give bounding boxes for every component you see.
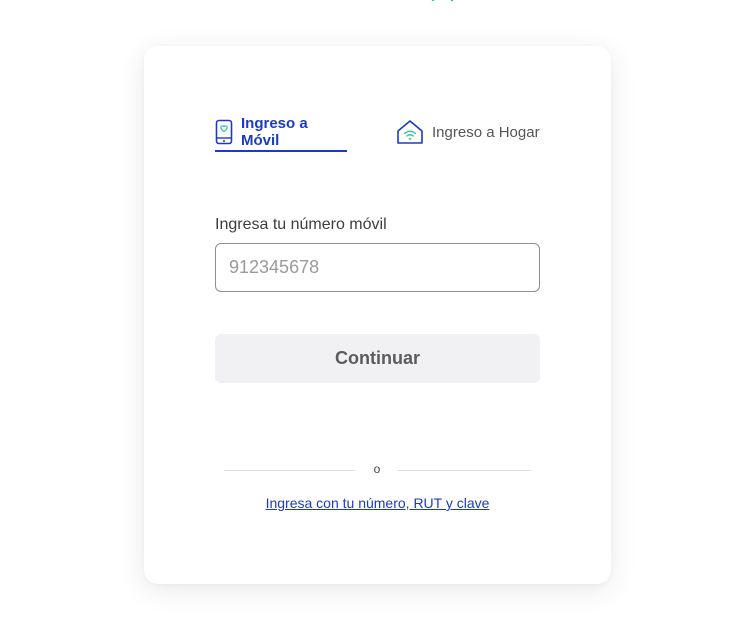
divider-text: o: [373, 462, 381, 476]
tab-mobile-login[interactable]: Ingreso a Móvil: [215, 114, 347, 152]
divider-line-left: [224, 470, 355, 471]
rut-login-link[interactable]: Ingresa con tu número, RUT y clave: [144, 495, 611, 511]
login-card: Ingreso a Móvil Ingreso a Hogar Ingresa …: [144, 46, 611, 584]
home-wifi-icon: [397, 120, 423, 144]
continue-button[interactable]: Continuar: [215, 334, 540, 383]
tab-mobile-label: Ingreso a Móvil: [241, 115, 308, 149]
phone-field-label: Ingresa tu número móvil: [215, 216, 387, 233]
login-tabs: Ingreso a Móvil Ingreso a Hogar: [215, 114, 555, 154]
tab-home-label: Ingreso a Hogar: [432, 123, 540, 141]
top-logo-fragment: [431, 0, 454, 2]
phone-number-input[interactable]: [215, 243, 540, 292]
divider-line-right: [398, 470, 531, 471]
tab-home-login[interactable]: Ingreso a Hogar: [396, 114, 556, 150]
smartphone-icon: [215, 119, 233, 145]
